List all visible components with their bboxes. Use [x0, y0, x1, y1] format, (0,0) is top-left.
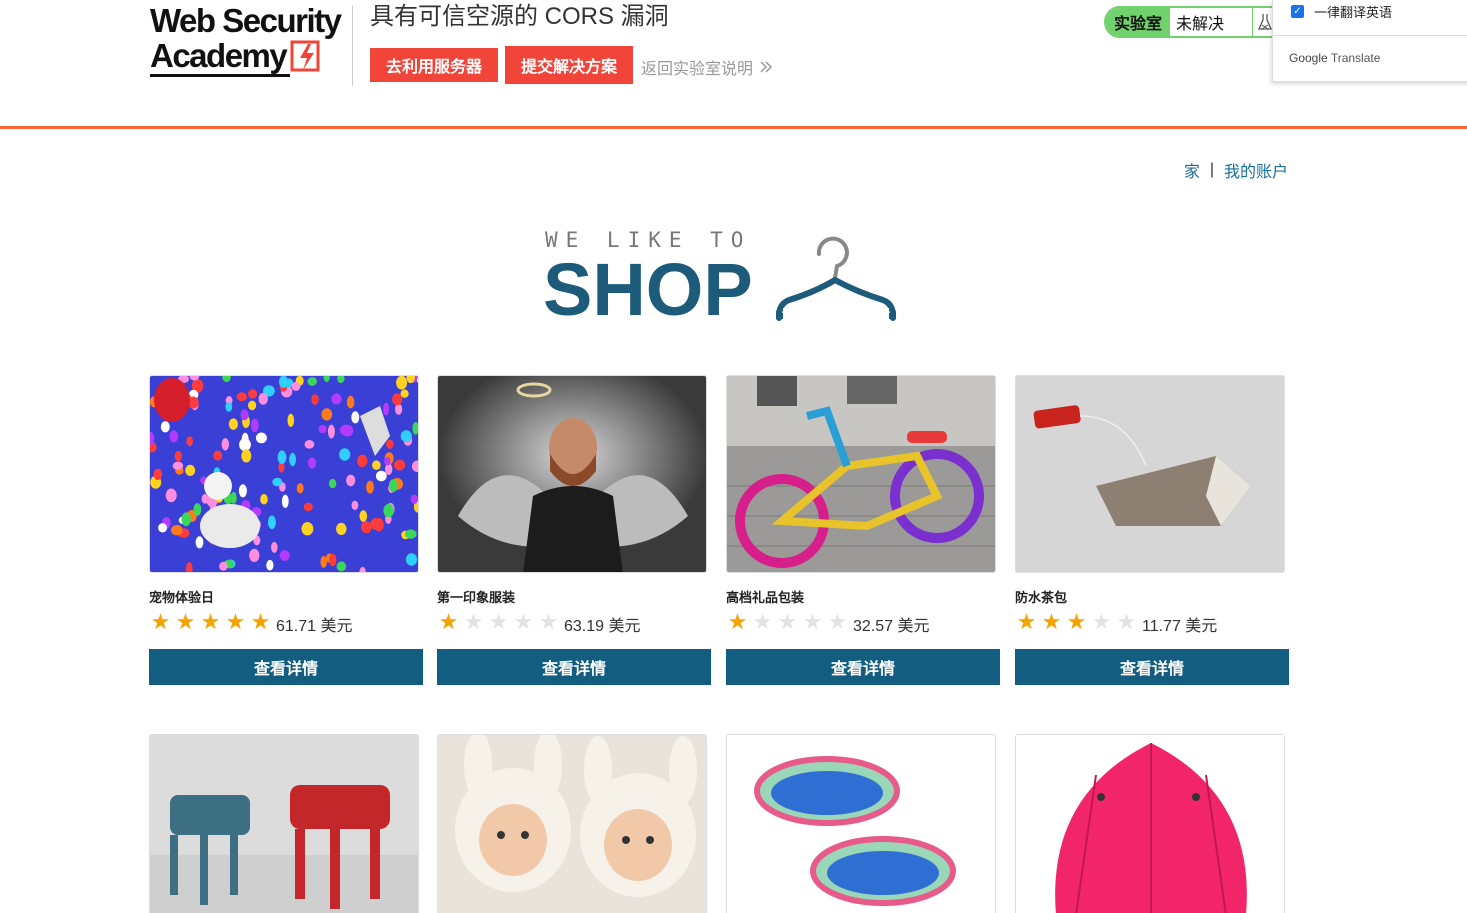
star-rating: ★ ★ ★ ★ ★	[726, 611, 849, 633]
coat-hanger-icon	[776, 236, 896, 322]
nav-my-account-link[interactable]: 我的账户	[1224, 158, 1288, 182]
product-image[interactable]	[1015, 375, 1285, 573]
back-link-label: 返回实验室说明	[641, 61, 754, 78]
star-filled-icon: ★	[1016, 609, 1037, 634]
star-empty-icon: ★	[1091, 609, 1112, 634]
account-nav: 家 | 我的账户	[1184, 158, 1288, 182]
star-empty-icon: ★	[463, 609, 484, 634]
nav-home-link[interactable]: 家	[1184, 158, 1200, 182]
product-name: 防水茶包	[1015, 590, 1068, 605]
angel-man-image	[438, 376, 706, 572]
product-image[interactable]	[437, 375, 707, 573]
google-translate-popup: ✓ 一律翻译英语 Google Translate	[1272, 0, 1467, 82]
product-name: 宠物体验日	[149, 590, 215, 605]
view-details-button[interactable]: 查看详情	[149, 649, 423, 685]
star-rating: ★ ★ ★ ★ ★	[149, 611, 272, 633]
star-empty-icon: ★	[777, 609, 798, 634]
we-like-to-shop-heading: WE LIKE TO SHOP	[543, 228, 903, 331]
view-details-button[interactable]: 查看详情	[1015, 649, 1289, 685]
product-image[interactable]	[437, 734, 707, 913]
star-filled-icon: ★	[175, 609, 196, 634]
product-image[interactable]	[726, 734, 996, 913]
star-rating: ★ ★ ★ ★ ★	[1015, 611, 1138, 633]
always-translate-checkbox[interactable]: ✓	[1291, 5, 1304, 18]
star-empty-icon: ★	[538, 609, 559, 634]
star-filled-icon: ★	[150, 609, 171, 634]
product-image[interactable]	[149, 375, 419, 573]
banner-separator-line	[0, 126, 1467, 129]
star-rating: ★ ★ ★ ★ ★	[437, 611, 560, 633]
double-chevron-right-icon	[760, 61, 773, 73]
logo-underline	[150, 74, 290, 77]
star-empty-icon: ★	[802, 609, 823, 634]
product-image[interactable]	[726, 375, 996, 573]
paddling-pools-image	[727, 735, 995, 913]
lab-status-value: 未解决	[1170, 8, 1253, 36]
star-empty-icon: ★	[827, 609, 848, 634]
always-translate-label: 一律翻译英语	[1314, 5, 1393, 20]
lab-banner: Web Security Academy 具有可信空源的 CORS 漏洞 去利用…	[0, 0, 1467, 130]
lab-status-widget: 实验室 未解决	[1104, 6, 1279, 38]
pink-umbrella-image	[1016, 735, 1284, 913]
web-security-academy-logo[interactable]: Web Security Academy	[150, 4, 355, 84]
popup-divider	[1273, 35, 1467, 36]
product-price: 11.77 美元	[1142, 618, 1218, 635]
star-empty-icon: ★	[752, 609, 773, 634]
lab-title: 具有可信空源的 CORS 漏洞	[370, 3, 669, 30]
exploit-server-button[interactable]: 去利用服务器	[370, 48, 498, 82]
brand-google: Google	[1289, 51, 1328, 65]
product-price: 61.71 美元	[276, 618, 353, 635]
hero-big-text: SHOP	[543, 248, 753, 331]
product-image[interactable]	[1015, 734, 1285, 913]
product-rating-row: ★ ★ ★ ★ ★ 63.19 美元	[437, 610, 711, 636]
star-filled-icon: ★	[1066, 609, 1087, 634]
product-name: 高档礼品包装	[726, 590, 805, 605]
product-price: 63.19 美元	[564, 618, 641, 635]
view-details-button[interactable]: 查看详情	[726, 649, 1000, 685]
star-empty-icon: ★	[1116, 609, 1137, 634]
product-rating-row: ★ ★ ★ ★ ★ 32.57 美元	[726, 610, 1000, 636]
product-card	[726, 734, 1000, 913]
product-rating-row: ★ ★ ★ ★ ★ 61.71 美元	[149, 610, 423, 636]
star-filled-icon: ★	[1041, 609, 1062, 634]
star-filled-icon: ★	[200, 609, 221, 634]
star-filled-icon: ★	[225, 609, 246, 634]
logo-bolt-icon	[290, 40, 320, 72]
product-card	[149, 734, 423, 913]
logo-line-2-text: Academy	[150, 37, 288, 74]
nav-separator: |	[1209, 161, 1214, 178]
yarn-bicycle-image	[727, 376, 995, 572]
logo-line-1: Web Security	[150, 2, 342, 39]
bunny-babies-image	[438, 735, 706, 913]
always-translate-option[interactable]: ✓ 一律翻译英语	[1291, 2, 1392, 21]
teabag-image	[1016, 376, 1284, 572]
star-filled-icon: ★	[250, 609, 271, 634]
product-card	[1015, 734, 1289, 913]
star-filled-icon: ★	[438, 609, 459, 634]
star-empty-icon: ★	[488, 609, 509, 634]
logo-line-2: Academy	[150, 38, 355, 74]
star-empty-icon: ★	[513, 609, 534, 634]
product-name: 第一印象服装	[437, 590, 516, 605]
product-price: 32.57 美元	[853, 618, 930, 635]
product-rating-row: ★ ★ ★ ★ ★ 11.77 美元	[1015, 610, 1289, 636]
view-details-button[interactable]: 查看详情	[437, 649, 711, 685]
header-divider	[352, 6, 353, 86]
product-card: 宠物体验日 ★ ★ ★ ★ ★ 61.71 美元 查看详情	[149, 375, 423, 685]
product-card	[437, 734, 711, 913]
back-to-lab-description-link[interactable]: 返回实验室说明	[641, 55, 773, 79]
lab-status-label: 实验室	[1106, 8, 1171, 36]
brand-translate: Translate	[1330, 51, 1381, 65]
product-card: 第一印象服装 ★ ★ ★ ★ ★ 63.19 美元 查看详情	[437, 375, 711, 685]
product-card: 防水茶包 ★ ★ ★ ★ ★ 11.77 美元 查看详情	[1015, 375, 1289, 685]
star-filled-icon: ★	[727, 609, 748, 634]
product-card: 高档礼品包装 ★ ★ ★ ★ ★ 32.57 美元 查看详情	[726, 375, 1000, 685]
google-translate-brand: Google Translate	[1289, 51, 1380, 65]
robot-spiders-image	[150, 735, 418, 913]
balloons-dogs-image	[150, 376, 418, 572]
submit-solution-button[interactable]: 提交解决方案	[505, 46, 633, 84]
product-image[interactable]	[149, 734, 419, 913]
